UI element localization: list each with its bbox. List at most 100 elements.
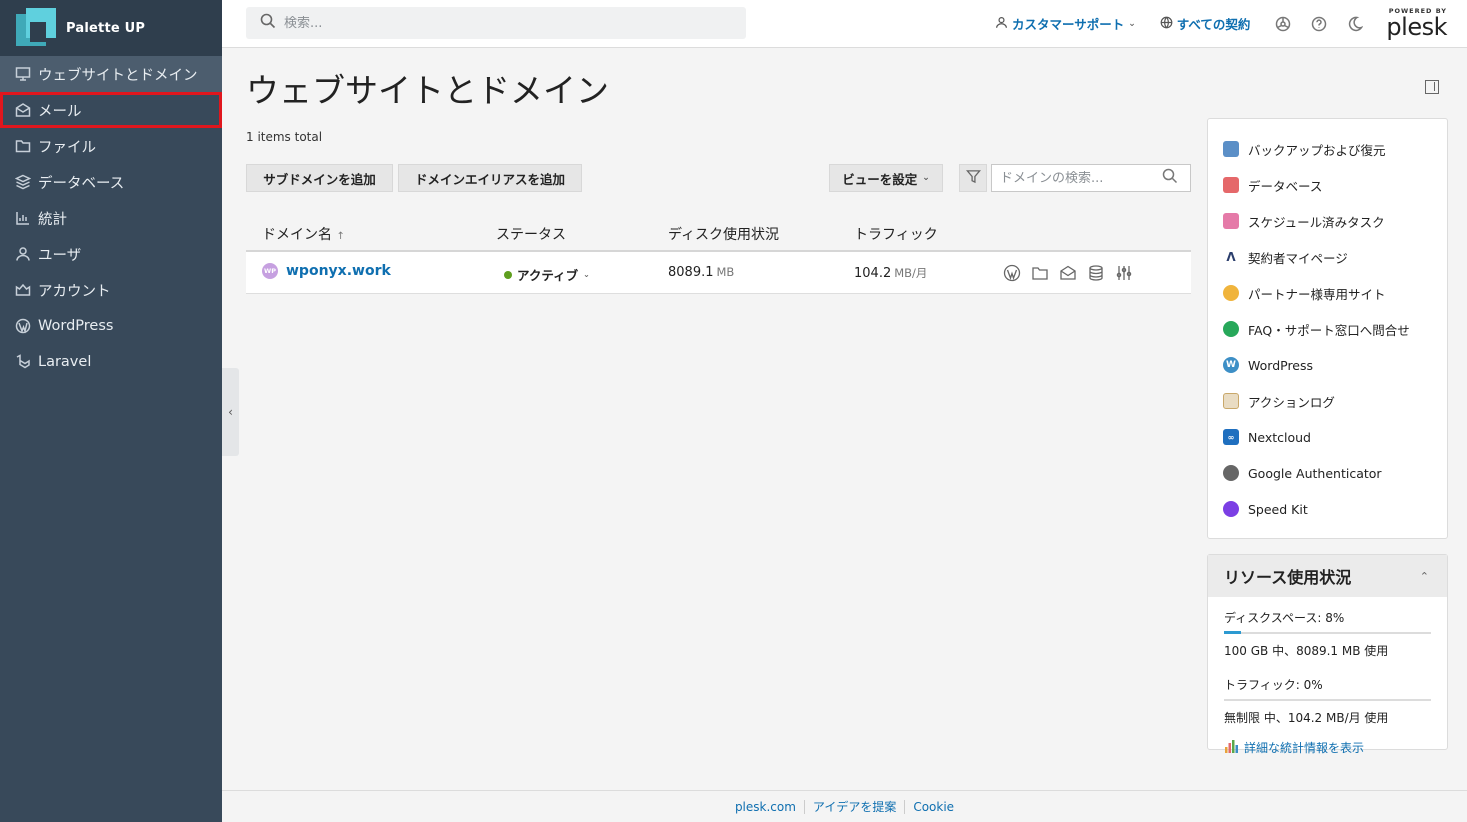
domain-link[interactable]: WP wponyx.work	[262, 263, 391, 279]
chevron-up-icon[interactable]: ⌃	[1420, 570, 1429, 583]
link-subscriber-mypage[interactable]: Λ 契約者マイページ	[1208, 239, 1447, 275]
disk-usage-cell: 8089.1 MB	[668, 265, 734, 280]
mail-icon[interactable]	[1059, 264, 1087, 282]
link-label: アクションログ	[1248, 394, 1335, 410]
database-icon[interactable]	[1087, 264, 1115, 282]
column-traffic[interactable]: トラフィック	[854, 224, 938, 244]
link-nextcloud[interactable]: ∞ Nextcloud	[1208, 419, 1447, 455]
laravel-icon	[14, 353, 32, 371]
link-label: バックアップおよび復元	[1248, 142, 1386, 158]
column-disk-usage[interactable]: ディスク使用状況	[668, 224, 779, 244]
status-label: アクティブ	[517, 268, 579, 283]
status-active-dot	[504, 270, 512, 279]
dark-mode-icon[interactable]	[1346, 15, 1364, 33]
set-view-label: ビューを設定	[842, 171, 918, 187]
domain-search[interactable]	[991, 164, 1191, 192]
domain-toolbar: サブドメインを追加 ドメインエイリアスを追加 ビューを設定 ⌄	[246, 164, 1191, 192]
statistics-icon	[14, 209, 32, 227]
link-label: FAQ・サポート窓口へ問合せ	[1248, 322, 1410, 338]
sidebar-item-label: ユーザ	[38, 247, 82, 264]
backup-icon	[1223, 141, 1239, 157]
disk-space-bar	[1224, 631, 1431, 634]
mail-icon	[14, 101, 32, 119]
sidebar-item-files[interactable]: ファイル	[0, 128, 222, 164]
link-partner-site[interactable]: パートナー様専用サイト	[1208, 275, 1447, 311]
sidebar-nav: ウェブサイトとドメイン メール ファイル データベース 統計 ユーザ アカウント	[0, 56, 222, 380]
items-total: 1 items total	[246, 130, 323, 144]
sidebar-collapse-handle[interactable]: ‹	[222, 368, 239, 456]
search-icon[interactable]	[1162, 168, 1178, 188]
sidebar-item-label: データベース	[38, 175, 125, 192]
sidebar-item-statistics[interactable]: 統計	[0, 200, 222, 236]
sidebar-item-wordpress[interactable]: WordPress	[0, 308, 222, 344]
resource-usage-title: リソース使用状況	[1224, 568, 1352, 587]
status-dropdown[interactable]: アクティブ ⌄	[504, 265, 590, 284]
search-input[interactable]	[284, 15, 704, 31]
speedkit-icon	[1223, 501, 1239, 517]
wordpress-icon	[14, 317, 32, 335]
help-icon[interactable]	[1310, 15, 1328, 33]
link-label: 契約者マイページ	[1248, 250, 1348, 266]
sidebar-item-mail[interactable]: メール	[0, 92, 222, 128]
sidebar-item-databases[interactable]: データベース	[0, 164, 222, 200]
brand[interactable]: Palette UP	[0, 0, 222, 56]
all-subscriptions-label: すべての契約	[1176, 17, 1251, 32]
sidebar-item-users[interactable]: ユーザ	[0, 236, 222, 272]
sidebar-item-websites-domains[interactable]: ウェブサイトとドメイン	[0, 56, 222, 92]
filter-icon	[965, 169, 981, 188]
link-action-log[interactable]: アクションログ	[1208, 383, 1447, 419]
view-statistics-label: 詳細な統計情報を表示	[1244, 741, 1365, 755]
customer-support-menu[interactable]: カスタマーサポート ⌄	[995, 14, 1136, 33]
nextcloud-icon: ∞	[1223, 429, 1239, 445]
link-speed-kit[interactable]: Speed Kit	[1208, 491, 1447, 527]
view-statistics-link[interactable]: 詳細な統計情報を表示	[1224, 738, 1431, 757]
chevron-down-icon: ⌄	[583, 270, 590, 279]
link-google-authenticator[interactable]: Google Authenticator	[1208, 455, 1447, 491]
customer-support-label: カスタマーサポート	[1011, 17, 1125, 32]
link-faq-support[interactable]: FAQ・サポート窓口へ問合せ	[1208, 311, 1447, 347]
cookies-icon[interactable]	[1274, 15, 1292, 33]
column-domain[interactable]: ドメイン名 ↑	[262, 224, 345, 244]
disk-space-detail: 100 GB 中、8089.1 MB 使用	[1224, 644, 1389, 658]
link-wordpress[interactable]: W WordPress	[1208, 347, 1447, 383]
footer-link-plesk[interactable]: plesk.com	[727, 800, 804, 814]
mypage-icon: Λ	[1223, 249, 1239, 265]
footer: plesk.com アイデアを提案 Cookie	[222, 790, 1467, 822]
footer-link-suggest-idea[interactable]: アイデアを提案	[805, 798, 904, 815]
table-row: WP wponyx.work アクティブ ⌄ 8089.1 MB 104.2 MB/…	[246, 252, 1191, 294]
global-search[interactable]	[246, 7, 746, 39]
link-label: WordPress	[1248, 357, 1314, 373]
main-content: ウェブサイトとドメイン 1 items total サブドメインを追加 ドメイン…	[246, 48, 1191, 294]
all-subscriptions-link[interactable]: すべての契約	[1160, 14, 1251, 33]
sidebar-item-account[interactable]: アカウント	[0, 272, 222, 308]
link-backup-restore[interactable]: バックアップおよび復元	[1208, 131, 1447, 167]
column-domain-label: ドメイン名	[262, 227, 332, 243]
resource-usage-header[interactable]: リソース使用状況 ⌃	[1208, 555, 1447, 597]
footer-link-cookie[interactable]: Cookie	[905, 800, 962, 814]
sidebar-item-label: アカウント	[38, 283, 111, 300]
wordpress-badge-icon: WP	[262, 263, 278, 279]
sidebar-item-label: ファイル	[38, 139, 96, 156]
filter-button[interactable]	[959, 164, 987, 192]
domain-search-input[interactable]	[992, 170, 1162, 186]
traffic-cell: 104.2 MB/月	[854, 265, 927, 281]
set-view-button[interactable]: ビューを設定 ⌄	[829, 164, 943, 192]
table-header: ドメイン名 ↑ ステータス ディスク使用状況 トラフィック	[246, 214, 1191, 252]
sidebar-item-laravel[interactable]: Laravel	[0, 344, 222, 380]
sidebar-item-label: ウェブサイトとドメイン	[38, 67, 198, 84]
link-scheduled-tasks[interactable]: スケジュール済みタスク	[1208, 203, 1447, 239]
settings-sliders-icon[interactable]	[1115, 264, 1143, 282]
link-databases[interactable]: データベース	[1208, 167, 1447, 203]
monitor-icon	[14, 65, 32, 83]
topbar: カスタマーサポート ⌄ すべての契約 POWERED BY plesk	[222, 0, 1467, 48]
add-domain-alias-button[interactable]: ドメインエイリアスを追加	[398, 164, 582, 192]
folder-icon[interactable]	[1031, 264, 1059, 282]
traffic-detail: 無制限 中、104.2 MB/月 使用	[1224, 711, 1389, 725]
link-label: データベース	[1248, 178, 1323, 194]
wordpress-icon[interactable]	[1003, 264, 1031, 282]
calendar-icon	[1223, 213, 1239, 229]
side-panel-toggle-icon[interactable]	[1425, 80, 1439, 94]
column-status[interactable]: ステータス	[496, 224, 566, 244]
link-label: パートナー様専用サイト	[1248, 286, 1386, 302]
add-subdomain-button[interactable]: サブドメインを追加	[246, 164, 393, 192]
